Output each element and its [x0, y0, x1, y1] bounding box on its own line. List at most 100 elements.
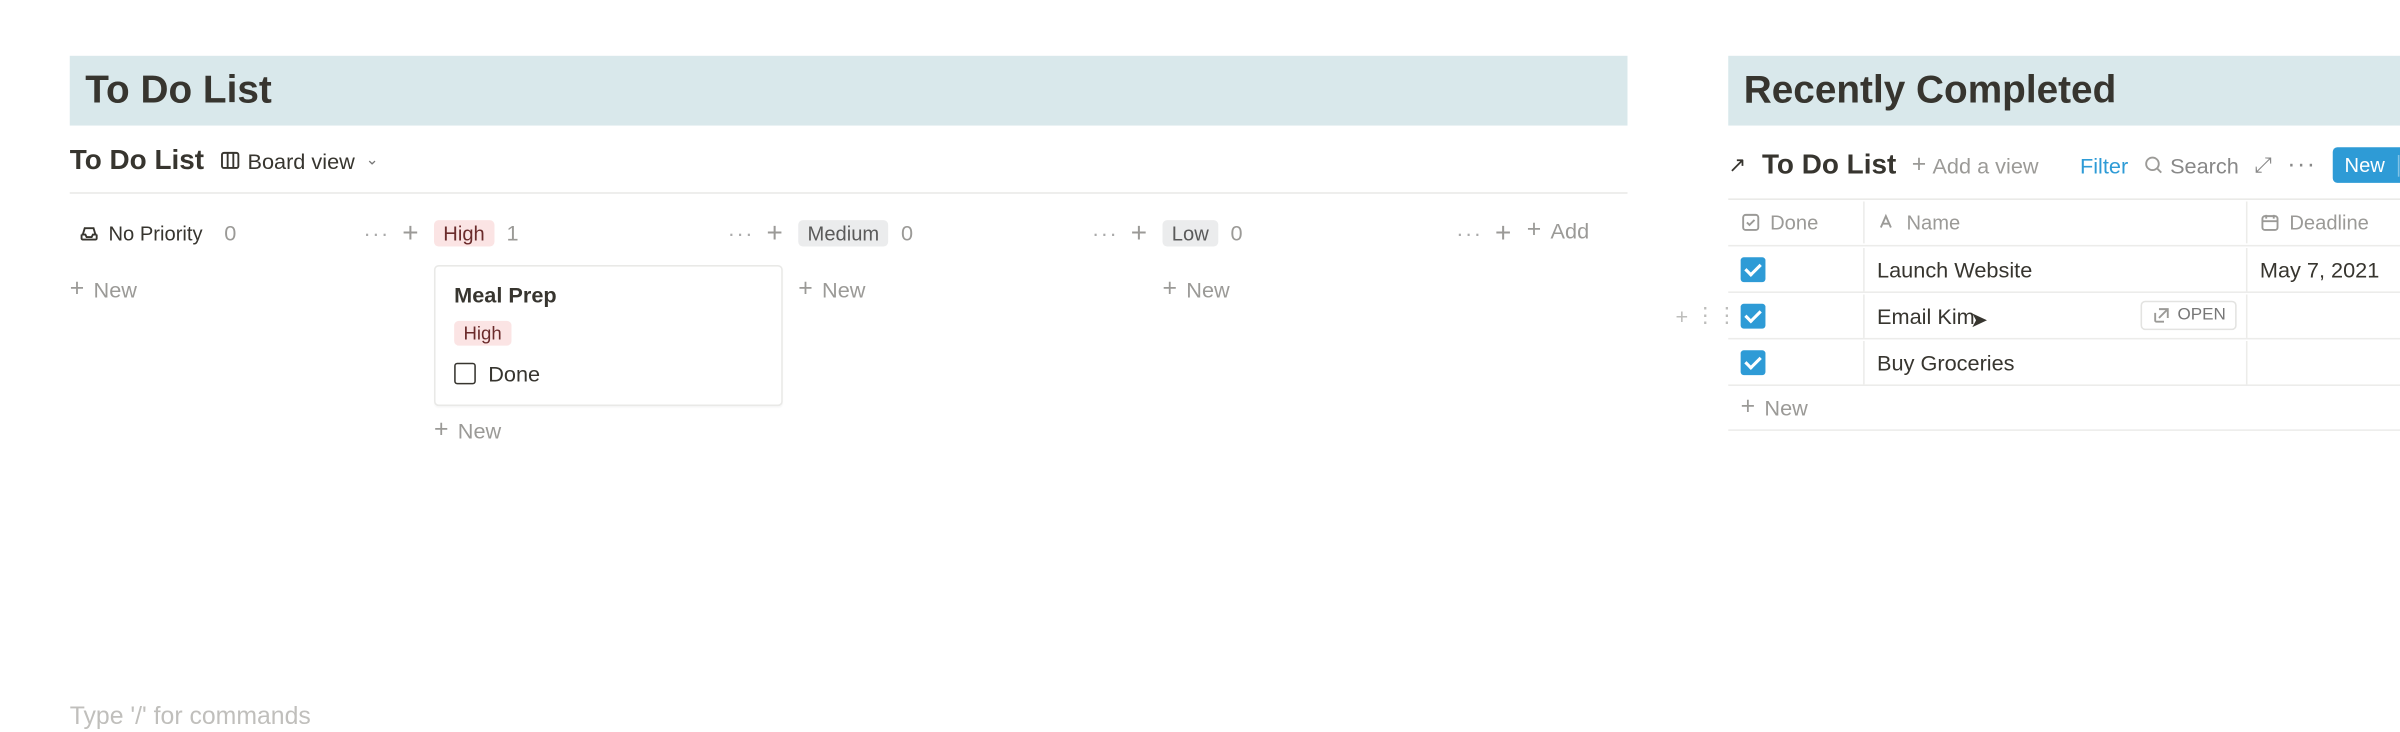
new-label: New — [94, 277, 137, 302]
slash-commands-hint[interactable]: Type '/' for commands — [70, 704, 1628, 732]
table-header-row: Done Name Deadline — [1728, 200, 2400, 247]
table-row[interactable]: + ⋮⋮ Email Kim OPEN ➤ — [1728, 293, 2400, 340]
view-switcher[interactable]: Board view ⌄ — [220, 148, 379, 173]
add-view-button[interactable]: + Add a view — [1912, 153, 2039, 178]
card-title: Meal Prep — [454, 282, 762, 307]
plus-icon: + — [798, 277, 812, 302]
row-deadline: May 7, 2021 — [2260, 257, 2379, 282]
row-name: Launch Website — [1877, 257, 2032, 282]
add-column-button[interactable]: + Add — [1527, 215, 1589, 243]
card-done-label: Done — [488, 361, 540, 386]
priority-tag: Medium — [798, 219, 888, 245]
filter-button[interactable]: Filter — [2080, 153, 2128, 178]
column-header: No Priority 0 ··· + — [70, 215, 419, 265]
expand-icon[interactable]: ⤢ — [2254, 152, 2271, 178]
column-header: Medium 0 ··· + — [798, 215, 1147, 265]
column-menu-icon[interactable]: ··· — [728, 220, 754, 245]
board-column: Medium 0 ··· + + New — [798, 215, 1147, 314]
left-block-title: To Do List — [70, 56, 1628, 126]
checked-icon — [1741, 350, 1766, 375]
search-label: Search — [2170, 153, 2239, 178]
priority-tag: High — [434, 219, 494, 245]
column-menu-icon[interactable]: ··· — [1092, 220, 1118, 245]
table-new-row[interactable]: + New — [1728, 386, 2400, 431]
column-header: High 1 ··· + — [434, 215, 783, 265]
board-column: High 1 ··· + Meal Prep High Done + New — [434, 215, 783, 455]
new-button[interactable]: New ⌄ — [2332, 147, 2400, 183]
checkbox-property-icon — [1741, 212, 1761, 232]
column-new-button[interactable]: + New — [1163, 265, 1512, 315]
new-row-label: New — [1764, 395, 1807, 420]
open-page-button[interactable]: OPEN — [2140, 300, 2236, 329]
column-count: 0 — [224, 220, 236, 245]
cell-deadline[interactable]: May 7, 2021 — [2248, 247, 2400, 290]
board-card[interactable]: Meal Prep High Done — [434, 265, 783, 406]
board-column: No Priority 0 ··· + + New — [70, 215, 419, 314]
column-header: Low 0 ··· + — [1163, 215, 1512, 265]
column-count: 0 — [901, 220, 913, 245]
cell-name[interactable]: Email Kim OPEN ➤ — [1865, 294, 2248, 337]
column-new-button[interactable]: + New — [798, 265, 1147, 315]
board-columns: No Priority 0 ··· + + New High 1 ··· + M… — [70, 194, 1628, 456]
board-icon — [220, 150, 240, 170]
linked-db-title[interactable]: To Do List — [1762, 149, 1896, 182]
plus-icon: + — [70, 277, 84, 302]
inbox-icon — [79, 222, 99, 242]
open-icon — [2151, 305, 2171, 325]
new-button-label: New — [2345, 153, 2385, 176]
row-name: Email Kim — [1877, 303, 1975, 328]
column-new-button[interactable]: + New — [70, 265, 419, 315]
completed-table: Done Name Deadline Launch Website May 7,… — [1728, 200, 2400, 431]
add-label: Add — [1551, 219, 1590, 244]
add-view-label: Add a view — [1932, 153, 2038, 178]
linked-arrow-icon: ↗ — [1728, 152, 1746, 178]
search-icon — [2144, 155, 2164, 175]
no-priority-label: No Priority — [70, 219, 212, 245]
plus-icon: + — [1912, 153, 1926, 178]
chevron-down-icon: ⌄ — [366, 152, 379, 169]
cell-done[interactable] — [1728, 247, 1864, 290]
cell-name[interactable]: Launch Website — [1865, 247, 2248, 290]
database-title[interactable]: To Do List — [70, 144, 204, 177]
right-block-title: Recently Completed — [1728, 56, 2400, 126]
column-add-icon[interactable]: + — [1495, 219, 1511, 247]
search-button[interactable]: Search — [2144, 153, 2239, 178]
cell-done[interactable] — [1728, 340, 1864, 383]
plus-icon: + — [1163, 277, 1177, 302]
table-row[interactable]: Buy Groceries — [1728, 339, 2400, 386]
column-count: 1 — [506, 220, 518, 245]
checked-icon — [1741, 257, 1766, 282]
column-menu-icon[interactable]: ··· — [363, 220, 389, 245]
col-header-deadline[interactable]: Deadline — [2248, 202, 2400, 244]
card-priority-tag: High — [454, 321, 511, 346]
row-drag-handle-icon[interactable]: ⋮⋮ — [1694, 302, 1737, 328]
column-add-icon[interactable]: + — [766, 219, 782, 247]
new-label: New — [1186, 277, 1229, 302]
card-done-checkbox[interactable] — [454, 363, 476, 385]
cell-deadline[interactable] — [2248, 353, 2400, 372]
title-property-icon — [1877, 212, 1897, 232]
cell-name[interactable]: Buy Groceries — [1865, 340, 2248, 383]
date-property-icon — [2260, 212, 2280, 232]
checked-icon — [1741, 303, 1766, 328]
col-header-name[interactable]: Name — [1865, 202, 2248, 244]
view-name: Board view — [247, 148, 354, 173]
plus-icon: + — [434, 419, 448, 444]
column-add-icon[interactable]: + — [402, 219, 418, 247]
row-hover-controls: + ⋮⋮ — [1676, 302, 1738, 328]
cell-done[interactable] — [1728, 294, 1864, 337]
plus-icon: + — [1527, 219, 1541, 244]
column-menu-icon[interactable]: ··· — [1456, 220, 1482, 245]
column-add-icon[interactable]: + — [1131, 219, 1147, 247]
plus-icon: + — [1741, 395, 1755, 420]
new-label: New — [822, 277, 865, 302]
table-row[interactable]: Launch Website May 7, 2021 — [1728, 246, 2400, 292]
cell-deadline[interactable] — [2248, 306, 2400, 325]
new-label: New — [458, 419, 501, 444]
col-header-done[interactable]: Done — [1728, 202, 1864, 244]
more-menu-icon[interactable]: ··· — [2287, 151, 2316, 179]
row-name: Buy Groceries — [1877, 350, 2014, 375]
column-count: 0 — [1230, 220, 1242, 245]
row-add-icon[interactable]: + — [1676, 303, 1689, 328]
column-new-button[interactable]: + New — [434, 406, 783, 456]
